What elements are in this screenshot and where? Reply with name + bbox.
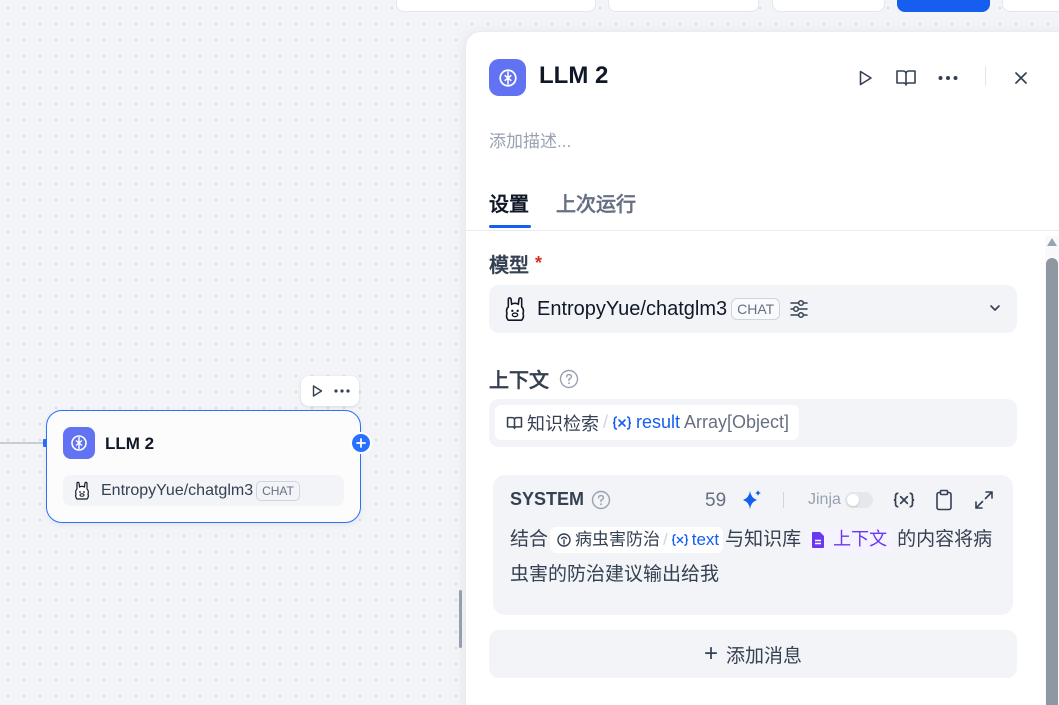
context-label: 上下文 <box>489 370 549 392</box>
book-open-icon <box>895 69 917 87</box>
tab-last-run[interactable]: 上次运行 <box>556 188 636 217</box>
add-next-node-button[interactable] <box>350 432 372 454</box>
file-icon <box>812 531 825 548</box>
context-node-name: 知识检索 <box>527 413 599 434</box>
add-message-label: 添加消息 <box>726 645 803 667</box>
play-icon <box>856 69 874 87</box>
llm-icon <box>63 427 95 459</box>
model-selector[interactable]: EntropyYue/chatglm3 CHAT <box>489 285 1017 333</box>
variable-icon <box>612 415 632 431</box>
prompt-text-part1: 结合 <box>510 529 549 550</box>
context-separator: / <box>603 412 609 432</box>
context-variable-type: Array[Object] <box>684 412 790 432</box>
context-variable-chip[interactable]: 知识检索 / result Array[Object] <box>495 405 800 440</box>
node-toolbar <box>301 376 359 406</box>
inline-node-name: 病虫害防治 <box>575 530 661 550</box>
context-variable-field[interactable]: 知识检索 / result Array[Object] <box>489 399 1017 447</box>
prompt-toolbar-divider <box>783 492 784 508</box>
expand-icon[interactable] <box>972 488 996 512</box>
more-icon[interactable] <box>334 389 350 393</box>
inline-variable-name: text <box>691 530 720 550</box>
inline-variable-chip[interactable]: 病虫害防治 / text <box>550 526 724 553</box>
jinja-toggle-knob <box>847 494 859 506</box>
prompt-role: SYSTEM <box>510 489 611 510</box>
plus-icon: + <box>703 640 718 667</box>
node-model-mode-badge: CHAT <box>256 480 300 501</box>
inline-separator: / <box>663 530 668 550</box>
clipboard-icon[interactable] <box>932 488 956 512</box>
cpu-icon <box>556 532 572 548</box>
prompt-role-label: SYSTEM <box>510 489 585 509</box>
panel-title[interactable]: LLM 2 <box>539 62 608 90</box>
model-label: 模型 <box>489 255 529 277</box>
insert-variable-icon[interactable] <box>892 488 916 512</box>
context-chip[interactable]: 上下文 <box>805 526 894 553</box>
llm-icon <box>489 59 526 96</box>
workflow-edge <box>0 442 46 444</box>
description-input[interactable]: 添加描述... <box>489 127 571 152</box>
llama-icon <box>503 296 527 323</box>
close-panel-button[interactable] <box>1009 66 1033 90</box>
run-step-button[interactable] <box>853 66 877 90</box>
help-circle-icon[interactable] <box>559 369 579 389</box>
sparkle-icon[interactable] <box>740 488 764 512</box>
add-message-button[interactable]: + 添加消息 <box>489 630 1017 678</box>
model-section-label: 模型 * <box>489 249 542 278</box>
more-icon <box>938 76 958 80</box>
node-settings-panel: LLM 2 添加描述... 设置 上次运行 模型 * EntropyYue/ch… <box>465 31 1059 705</box>
more-actions-button[interactable] <box>936 66 960 90</box>
node-model-display: EntropyYue/chatglm3 CHAT <box>63 475 344 506</box>
toolbar-button-3[interactable] <box>772 0 885 12</box>
help-docs-button[interactable] <box>894 66 918 90</box>
context-section-label: 上下文 <box>489 364 579 393</box>
prompt-text-part2: 与知识库 <box>725 529 802 550</box>
token-count: 59 <box>705 490 727 511</box>
model-mode-badge: CHAT <box>731 298 781 320</box>
active-tab-indicator <box>489 225 531 228</box>
prompt-text[interactable]: 结合 病虫害防治 / text 与知识库 上下文 的内容将病虫害的防治建议输出给我 <box>510 522 1004 592</box>
chevron-down-icon <box>987 300 1003 316</box>
context-variable-name: result <box>636 412 681 432</box>
tab-settings[interactable]: 设置 <box>489 188 529 217</box>
model-name: EntropyYue/chatglm3 <box>537 297 728 320</box>
system-prompt-editor[interactable]: SYSTEM 59 Jinja 结合 病虫害防治 / text 与知识库 上下文 的内容将病… <box>493 475 1013 615</box>
header-divider <box>985 66 986 86</box>
scroll-up-arrow[interactable] <box>1047 238 1057 246</box>
tabs-divider <box>466 230 1059 231</box>
book-open-icon <box>506 416 523 430</box>
sliders-icon[interactable] <box>788 298 810 320</box>
llama-icon <box>73 481 91 501</box>
panel-resize-handle[interactable] <box>459 590 462 648</box>
jinja-label: Jinja <box>808 491 841 508</box>
publish-button[interactable] <box>897 0 990 12</box>
required-mark: * <box>535 253 543 273</box>
context-chip-label: 上下文 <box>833 529 888 550</box>
node-model-name: EntropyYue/chatglm3 <box>101 481 254 499</box>
run-node-icon[interactable] <box>310 384 324 398</box>
toolbar-button-5[interactable] <box>1002 0 1059 12</box>
variable-icon <box>671 533 689 547</box>
panel-scrollbar-thumb[interactable] <box>1046 258 1058 705</box>
node-title: LLM 2 <box>105 434 155 453</box>
toolbar-button-2[interactable] <box>608 0 759 12</box>
jinja-toggle[interactable] <box>845 492 873 508</box>
help-circle-icon[interactable] <box>591 490 611 510</box>
toolbar-button-1[interactable] <box>396 0 596 12</box>
llm-node[interactable]: LLM 2 EntropyYue/chatglm3 CHAT <box>46 410 361 523</box>
close-icon <box>1013 70 1029 86</box>
